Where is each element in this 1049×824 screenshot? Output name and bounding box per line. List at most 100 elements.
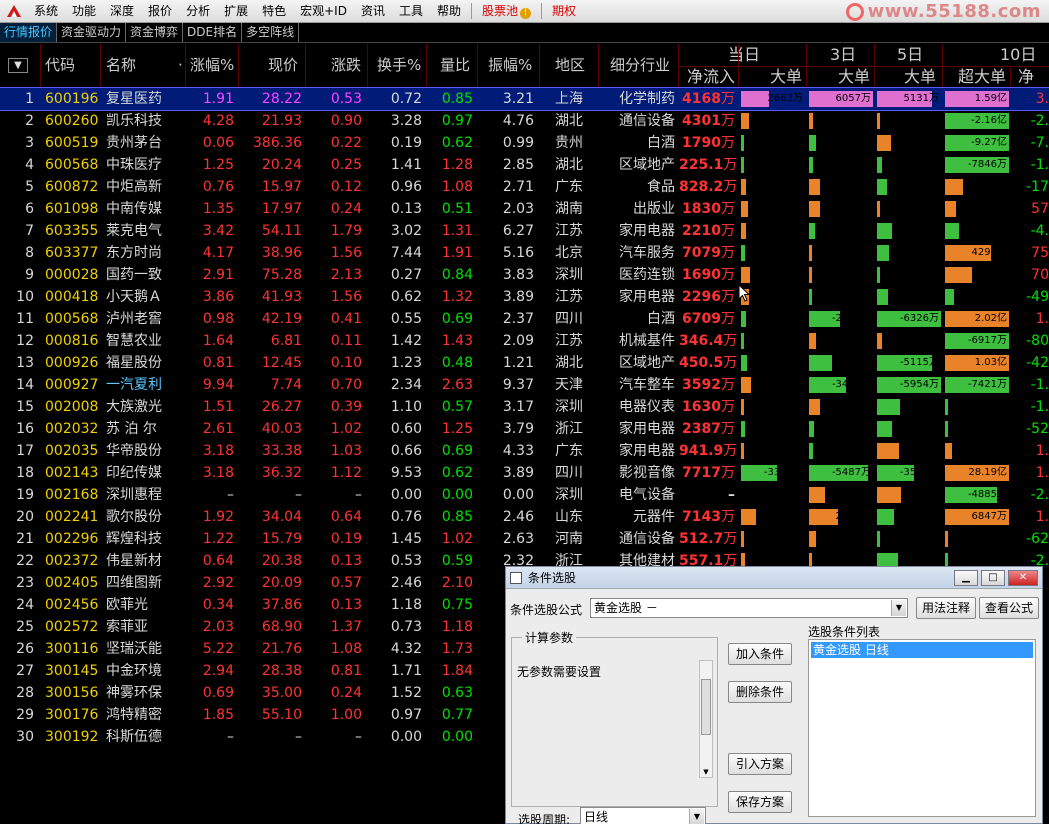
menu-extend[interactable]: 扩展	[217, 0, 255, 23]
table-row[interactable]: 11 000568 泸州老窖 0.98 42.19 0.41 0.55 0.69 2.37 四川 白…	[0, 308, 1049, 330]
scroll-down-icon[interactable]: ▼	[700, 768, 712, 776]
menu-options[interactable]: 期权	[545, 0, 583, 23]
menu-function[interactable]: 功能	[65, 0, 103, 23]
10d-net-truncated: -1.	[1030, 157, 1049, 173]
amplitude: 2.85	[502, 157, 534, 173]
add-condition-button[interactable]: 加入条件	[728, 643, 792, 665]
col-region[interactable]: 地区	[555, 44, 585, 86]
net-inflow: 2387万	[679, 418, 735, 440]
dialog-titlebar[interactable]: 条件选股 ▁ □ ✕	[506, 567, 1042, 589]
menu-stock-pool[interactable]: 股票池!	[475, 0, 538, 23]
col-code[interactable]: 代码	[45, 44, 75, 86]
industry: 医药连锁	[619, 267, 675, 283]
tab-capital-game[interactable]: 资金博弈	[126, 23, 184, 42]
col-3d-big[interactable]: 大单	[838, 66, 870, 88]
col-10d-net[interactable]: 净	[1018, 66, 1034, 88]
table-row[interactable]: 12 000816 智慧农业 1.64 6.81 0.11 1.42 1.43 2.09 江苏 机械…	[0, 330, 1049, 352]
10d-super-bar-label: -7421万	[967, 379, 1007, 390]
stock-code: 002405	[45, 575, 99, 591]
volume-ratio: 0.63	[441, 685, 473, 701]
menu-depth[interactable]: 深度	[103, 0, 141, 23]
table-row[interactable]: 3 600519 贵州茅台 0.06 386.36 0.22 0.19 0.62 0.99 贵州 白…	[0, 132, 1049, 154]
pct-change: 1.92	[202, 509, 234, 525]
table-row[interactable]: 9 000028 国药一致 2.91 75.28 2.13 0.27 0.84 3.83 深圳 医药…	[0, 264, 1049, 286]
5d-big-bar-label: -1360万	[899, 423, 939, 434]
maximize-icon[interactable]: □	[981, 569, 1005, 586]
col-net-inflow[interactable]: 净流入	[687, 66, 735, 88]
col-change[interactable]: 涨跌	[331, 44, 361, 86]
today-big-bar-label: 917.5万	[764, 379, 803, 390]
close-icon[interactable]: ✕	[1008, 569, 1038, 586]
formula-select[interactable]: 黄金选股 － ▼	[590, 598, 908, 618]
table-row[interactable]: 13 000926 福星股份 0.81 12.45 0.10 1.23 0.48 1.21 湖北 区…	[0, 352, 1049, 374]
tab-capital-drive[interactable]: 资金驱动力	[57, 23, 127, 42]
col-vol-ratio[interactable]: 量比	[440, 44, 470, 86]
delete-condition-button[interactable]: 删除条件	[728, 681, 792, 703]
tab-long-short[interactable]: 多空阵线	[242, 23, 300, 42]
10d-super-bar-label: -2.16亿	[971, 115, 1007, 126]
col-10d-super[interactable]: 超大单	[958, 66, 1006, 88]
table-row[interactable]: 16 002032 苏 泊 尔 2.61 40.03 1.02 0.60 1.25 3.79 浙江…	[0, 418, 1049, 440]
menu-system[interactable]: 系统	[27, 0, 65, 23]
col-name[interactable]: 名称	[106, 44, 136, 86]
menu-help[interactable]: 帮助	[430, 0, 468, 23]
col-5d-big[interactable]: 大单	[904, 66, 936, 88]
stock-code: 000568	[45, 311, 99, 327]
table-row[interactable]: 6 601098 中南传媒 1.35 17.97 0.24 0.13 0.51 2.03 湖南 出版…	[0, 198, 1049, 220]
table-row[interactable]: 15 002008 大族激光 1.51 26.27 0.39 1.10 0.57 3.17 深圳 电…	[0, 396, 1049, 418]
pct-change: 0.64	[202, 553, 234, 569]
menu-tools[interactable]: 工具	[392, 0, 430, 23]
net-inflow: 1690万	[679, 264, 735, 286]
col-pct[interactable]: 涨幅%	[190, 44, 234, 86]
menu-macro[interactable]: 宏观+ID	[293, 0, 354, 23]
menu-analysis[interactable]: 分析	[179, 0, 217, 23]
table-row[interactable]: 21 002296 辉煌科技 1.22 15.79 0.19 1.45 1.02 2.63 河南 通…	[0, 528, 1049, 550]
table-row[interactable]: 19 002168 深圳惠程 – – – 0.00 0.00 0.00 深圳 电气设备 – 1507万 2…	[0, 484, 1049, 506]
table-row[interactable]: 20 002241 歌尔股份 1.92 34.04 0.64 0.76 0.85 2.46 山东 元…	[0, 506, 1049, 528]
net-inflow-value: 1690	[682, 267, 721, 283]
menu-news[interactable]: 资讯	[354, 0, 392, 23]
table-row[interactable]: 10 000418 小天鹅Ａ 3.86 41.93 1.56 0.62 1.32 3.89 江苏 家…	[0, 286, 1049, 308]
table-row[interactable]: 7 603355 莱克电气 3.42 54.11 1.79 3.02 1.31 6.27 江苏 家用…	[0, 220, 1049, 242]
col-amplitude[interactable]: 振幅%	[488, 44, 532, 86]
import-plan-button[interactable]: 引入方案	[728, 753, 792, 775]
table-row[interactable]: 14 000927 一汽夏利 9.94 7.74 0.70 2.34 2.63 9.37 天津 汽车…	[0, 374, 1049, 396]
stock-name: 东方时尚	[106, 245, 162, 261]
tab-quotes[interactable]: 行情报价	[0, 23, 58, 42]
net-inflow-unit: 万	[721, 465, 735, 481]
table-row[interactable]: 8 603377 东方时尚 4.17 38.96 1.56 7.44 1.91 5.16 北京 汽车…	[0, 242, 1049, 264]
net-inflow-unit: 万	[721, 201, 735, 217]
col-industry[interactable]: 细分行业	[610, 44, 670, 86]
col-turnover[interactable]: 换手%	[377, 44, 421, 86]
10d-net-truncated: -52	[1026, 421, 1049, 437]
menu-special[interactable]: 特色	[255, 0, 293, 23]
col-divider	[185, 44, 186, 88]
params-scroll-thumb[interactable]	[701, 679, 711, 735]
col-today-big[interactable]: 大单	[770, 66, 802, 88]
stock-name: 苏 泊 尔	[106, 421, 157, 437]
table-row[interactable]: 17 002035 华帝股份 3.18 33.38 1.03 0.66 0.69 4.33 广东 家…	[0, 440, 1049, 462]
condition-select-dialog: 条件选股 ▁ □ ✕ 条件选股公式 黄金选股 － ▼ 用法注释 查看公式 计算参…	[505, 566, 1043, 824]
net-inflow-value: –	[728, 487, 735, 503]
stock-code: 300176	[45, 707, 99, 723]
save-plan-button[interactable]: 保存方案	[728, 791, 792, 813]
table-row[interactable]: 18 002143 印纪传媒 3.18 36.32 1.12 9.53 0.62 3.89 四川 影…	[0, 462, 1049, 484]
watermark-text: www.55188.com	[867, 1, 1041, 22]
10d-super-bar-label: 1726万	[971, 181, 1007, 192]
change: 0.11	[330, 333, 362, 349]
sort-menu-button[interactable]: ▼	[8, 44, 28, 86]
table-row[interactable]: 4 600568 中珠医疗 1.25 20.24 0.25 1.41 1.28 2.85 湖北 区域…	[0, 154, 1049, 176]
usage-notes-button[interactable]: 用法注释	[916, 597, 976, 619]
period-select[interactable]: 日线 ▼	[580, 807, 706, 824]
menu-quote[interactable]: 报价	[141, 0, 179, 23]
col-price[interactable]: 现价	[268, 44, 298, 86]
table-row[interactable]: 2 600260 凯乐科技 4.28 21.93 0.90 3.28 0.97 4.76 湖北 通信…	[0, 110, 1049, 132]
tab-dde-rank[interactable]: DDE排名	[183, 23, 243, 42]
table-row[interactable]: 5 600872 中炬高新 0.76 15.97 0.12 0.96 1.08 2.71 广东 食品…	[0, 176, 1049, 198]
minimize-icon[interactable]: ▁	[954, 569, 978, 586]
condition-list-item[interactable]: 黄金选股 日线	[811, 642, 1033, 658]
view-formula-button[interactable]: 查看公式	[979, 597, 1039, 619]
params-scrollbar[interactable]: ▼	[699, 660, 713, 778]
condition-list[interactable]: 黄金选股 日线	[808, 639, 1036, 817]
table-row[interactable]: 1 600196 复星医药 1.91 28.22 0.53 0.72 0.85 3.21 上海 化学…	[0, 87, 1049, 111]
